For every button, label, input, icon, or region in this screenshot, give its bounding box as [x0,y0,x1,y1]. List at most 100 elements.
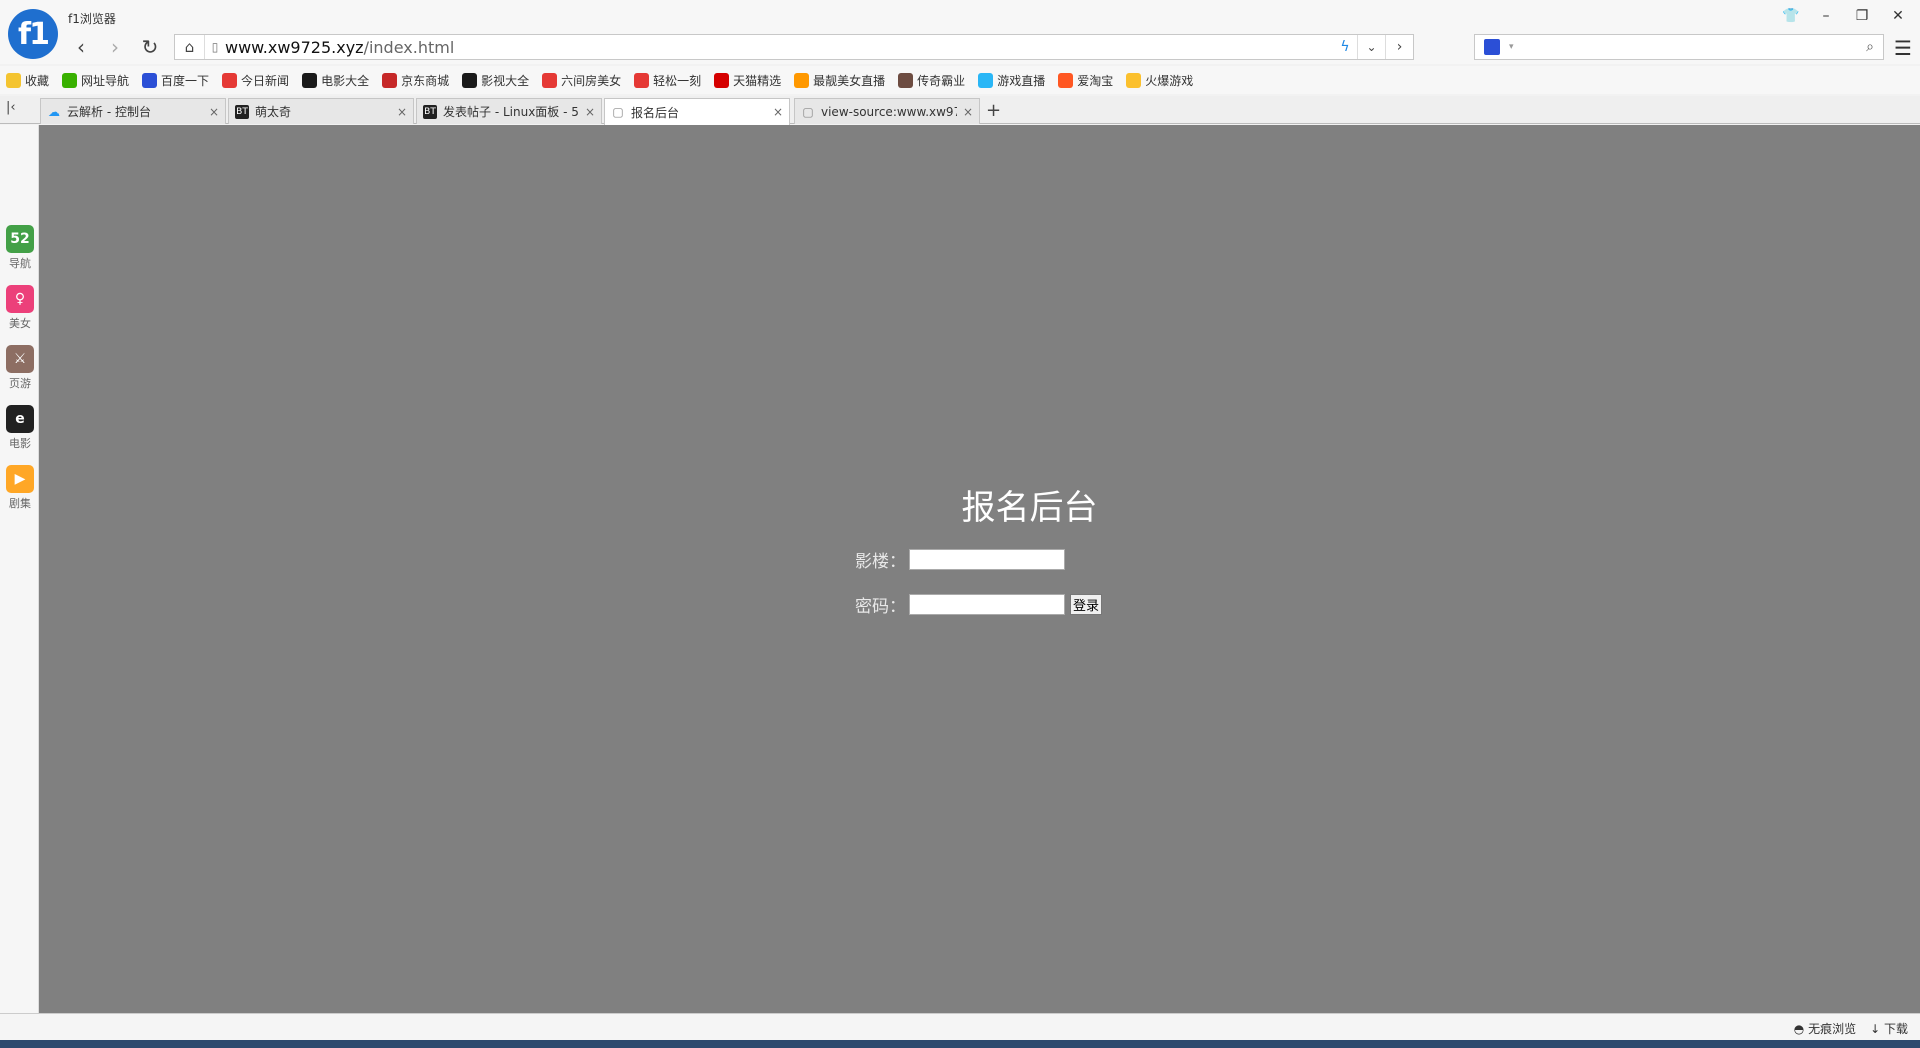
bookmark-icon [222,72,238,88]
skin-icon[interactable]: 👕 [1782,8,1799,24]
bookmark-item[interactable]: 爱淘宝 [1058,72,1113,89]
address-bar[interactable]: ⌂ ▯ www.xw9725.xyz/index.html ϟ ⌄ › [174,34,1414,60]
tab-close-icon[interactable]: × [585,105,595,119]
chevron-down-icon[interactable]: ⌄ [1357,35,1385,59]
bookmark-label: 天猫精选 [733,73,782,88]
bookmark-item[interactable]: 电影大全 [302,72,369,89]
incognito-label: 无痕浏览 [1808,1022,1857,1036]
side-rail-icon: 52 [6,225,34,253]
search-engine-icon[interactable] [1475,35,1509,59]
side-rail-icon: e [6,405,34,433]
download-button[interactable]: ↓ 下载 [1870,1020,1908,1037]
tab-favicon-icon: BT [423,104,437,119]
title-bar: f1 f1浏览器 👕 – ❐ ✕ ‹ › ↻ ⌂ ▯ www.xw9725.xy… [0,0,1920,64]
side-rail-item[interactable]: e 电影 [4,405,36,451]
tab-label: 发表帖子 - Linux面板 - 5 [443,105,579,119]
bookmark-label: 爱淘宝 [1077,73,1114,88]
tab-label: 云解析 - 控制台 [67,105,151,119]
minimize-button[interactable]: – [1818,8,1834,24]
browser-tab[interactable]: ▢ 报名后台 × [604,98,790,125]
bookmark-item[interactable]: 最靓美女直播 [794,72,885,89]
tab-sidebar-toggle-icon[interactable]: |‹ [6,100,16,115]
bookmark-item[interactable]: 天猫精选 [714,72,781,89]
url-path: /index.html [363,37,455,57]
side-rail-icon: ⚔ [6,345,34,373]
studio-input[interactable] [909,549,1065,570]
bookmark-icon [142,72,158,88]
engine-dropdown-icon[interactable]: ▾ [1509,42,1519,52]
restore-button[interactable]: ❐ [1854,8,1870,24]
close-window-button[interactable]: ✕ [1890,8,1906,24]
tab-close-icon[interactable]: × [963,105,973,119]
side-rail-icon: ♀ [6,285,34,313]
bookmark-item[interactable]: 百度一下 [142,72,209,89]
bookmark-item[interactable]: 火爆游戏 [1126,72,1193,89]
login-button[interactable]: 登录 [1070,594,1103,615]
refresh-button[interactable]: ↻ [137,34,163,60]
tab-close-icon[interactable]: × [397,105,407,119]
bookmark-icon [794,72,810,88]
tab-close-icon[interactable]: × [209,105,219,119]
forward-button[interactable]: › [102,34,128,60]
page-title: 报名后台 [961,488,1098,528]
side-rail: 52 导航 ♀ 美女 ⚔ 页游 e 电影 ▶ 剧集 [0,125,39,1013]
browser-tab[interactable]: BT 发表帖子 - Linux面板 - 5 × [416,98,602,124]
go-button[interactable]: › [1385,35,1413,59]
browser-tab[interactable]: BT 萌太奇 × [228,98,414,124]
bookmark-icon [62,72,78,88]
bookmark-label: 网址导航 [81,73,130,88]
bookmark-item[interactable]: 京东商城 [382,72,449,89]
tab-favicon-icon: BT [235,104,249,119]
bookmark-item[interactable]: 今日新闻 [222,72,289,89]
side-rail-label: 美女 [9,317,31,330]
menu-icon[interactable]: ☰ [1894,36,1912,60]
bookmark-icon [1126,72,1142,88]
browser-tab[interactable]: ☁ 云解析 - 控制台 × [40,98,226,124]
speed-mode-icon[interactable]: ϟ [1333,39,1357,55]
side-rail-item[interactable]: ▶ 剧集 [4,465,36,511]
bookmark-label: 百度一下 [161,73,210,88]
bookmark-icon [462,72,478,88]
bookmark-item[interactable]: 网址导航 [62,72,129,89]
side-rail-label: 电影 [9,437,31,450]
login-form: 报名后台 影楼： 密码： 登录 [39,125,1920,1013]
bookmark-icon [898,72,914,88]
bookmark-icon [978,72,994,88]
tab-close-icon[interactable]: × [773,105,783,119]
bookmark-icon [634,72,650,88]
page-content: 报名后台 影楼： 密码： 登录 [39,125,1920,1013]
back-button[interactable]: ‹ [68,34,94,60]
bookmark-label: 火爆游戏 [1145,73,1194,88]
bookmark-item[interactable]: 传奇霸业 [898,72,965,89]
side-rail-item[interactable]: 52 导航 [4,225,36,271]
window-controls: 👕 – ❐ ✕ [1782,8,1906,24]
bookmark-label: 游戏直播 [997,73,1046,88]
tab-favicon-icon: ▢ [802,104,814,119]
status-bar: ◓ 无痕浏览 ↓ 下载 [0,1013,1920,1040]
bookmark-icon [6,72,21,88]
home-icon[interactable]: ⌂ [175,35,205,59]
incognito-button[interactable]: ◓ 无痕浏览 [1794,1020,1856,1037]
tab-favicon-icon: ▢ [612,105,624,119]
password-input[interactable] [909,594,1065,615]
bookmark-label: 收藏 [25,73,50,88]
search-icon[interactable]: ⌕ [1857,39,1883,55]
tab-label: 报名后台 [631,105,680,120]
new-tab-button[interactable]: + [986,100,1001,121]
bookmark-label: 轻松一刻 [653,73,702,88]
bookmark-item[interactable]: 游戏直播 [978,72,1045,89]
bookmark-label: 最靓美女直播 [813,73,886,88]
download-icon: ↓ [1870,1022,1884,1036]
bookmark-item[interactable]: 轻松一刻 [634,72,701,89]
side-rail-item[interactable]: ⚔ 页游 [4,345,36,391]
browser-tab[interactable]: ▢ view-source:www.xw97 × [794,98,980,124]
bookmark-label: 今日新闻 [241,73,290,88]
bookmark-item[interactable]: 六间房美女 [542,72,621,89]
url-text[interactable]: www.xw9725.xyz/index.html [225,38,1333,57]
bookmark-item[interactable]: 收藏 [6,72,49,89]
app-title: f1浏览器 [68,12,116,26]
side-rail-item[interactable]: ♀ 美女 [4,285,36,331]
bookmarks-bar: 收藏 网址导航 百度一下 今日新闻 电影大全 京东商城 影视大全 六间房美女 轻松一刻 天猫精选 最… [0,66,1920,94]
search-bar[interactable]: ▾ ⌕ [1474,34,1884,60]
bookmark-item[interactable]: 影视大全 [462,72,529,89]
